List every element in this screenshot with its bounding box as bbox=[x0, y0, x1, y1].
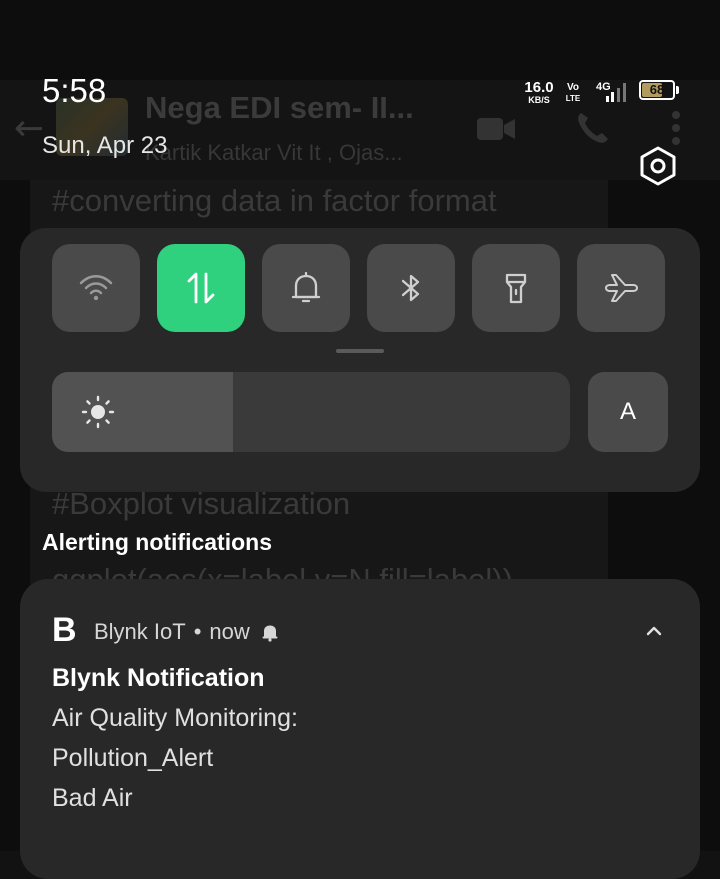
settings-gear-icon[interactable] bbox=[638, 146, 678, 186]
mobile-data-tile[interactable] bbox=[157, 244, 245, 332]
airplane-icon bbox=[605, 274, 638, 302]
notification-card[interactable]: B Blynk IoT • now Blynk Notification Air… bbox=[20, 579, 700, 879]
brightness-sun-icon bbox=[81, 395, 115, 429]
network-speed-indicator: 16.0 KB/S bbox=[522, 80, 556, 105]
notification-time: now bbox=[209, 619, 250, 644]
more-options-icon bbox=[672, 111, 680, 145]
wifi-icon bbox=[79, 275, 113, 301]
notification-header: Blynk IoT • now bbox=[94, 619, 280, 645]
network-speed-value: 16.0 bbox=[524, 79, 554, 96]
notification-body-line: Pollution_Alert bbox=[52, 744, 214, 772]
quick-settings-panel: A bbox=[20, 228, 700, 492]
battery-icon: 68 bbox=[639, 80, 675, 100]
volte-icon: Vo LTE bbox=[564, 82, 582, 104]
notification-app-name: Blynk IoT bbox=[94, 619, 186, 644]
battery-level: 68 bbox=[649, 82, 665, 97]
notification-body-line: Air Quality Monitoring: bbox=[52, 704, 298, 732]
sound-tile[interactable] bbox=[262, 244, 350, 332]
notification-body-line: Bad Air bbox=[52, 784, 133, 812]
wifi-tile[interactable] bbox=[52, 244, 140, 332]
data-arrows-icon bbox=[187, 272, 215, 304]
volte-bottom-label: LTE bbox=[565, 94, 581, 103]
collapse-chevron-icon[interactable] bbox=[640, 617, 668, 645]
code-line: #converting data in factor format bbox=[52, 183, 497, 218]
airplane-mode-tile[interactable] bbox=[577, 244, 665, 332]
flashlight-tile[interactable] bbox=[472, 244, 560, 332]
blynk-app-icon: B bbox=[52, 611, 77, 649]
network-speed-unit: KB/S bbox=[528, 95, 550, 105]
alerting-bell-icon bbox=[262, 625, 278, 642]
chat-title: Nega EDI sem- II... bbox=[145, 90, 414, 125]
voice-call-icon bbox=[578, 113, 608, 143]
panel-drag-handle[interactable] bbox=[336, 349, 384, 353]
code-line: ggplot(aes(x=label,y=N,fill=label)) bbox=[52, 562, 513, 579]
back-arrow-icon: ← bbox=[14, 108, 45, 149]
flashlight-icon bbox=[505, 273, 527, 304]
chat-subtitle: Kartik Katkar Vit It , Ojas... bbox=[145, 140, 403, 165]
volte-top-label: Vo bbox=[566, 82, 580, 93]
bluetooth-icon bbox=[401, 274, 420, 302]
bluetooth-tile[interactable] bbox=[367, 244, 455, 332]
separator-dot: • bbox=[193, 619, 202, 644]
brightness-slider[interactable] bbox=[52, 372, 570, 452]
video-call-icon bbox=[477, 118, 515, 140]
battery-tip bbox=[676, 86, 679, 94]
auto-brightness-button[interactable]: A bbox=[588, 372, 668, 452]
date-label: Sun, Apr 23 bbox=[42, 132, 168, 159]
bell-icon bbox=[291, 271, 321, 303]
clock-time: 5:58 bbox=[42, 72, 107, 109]
notification-title: Blynk Notification bbox=[52, 664, 265, 692]
alerting-notifications-label: Alerting notifications bbox=[42, 529, 272, 555]
network-type-label: 4G bbox=[596, 81, 611, 93]
